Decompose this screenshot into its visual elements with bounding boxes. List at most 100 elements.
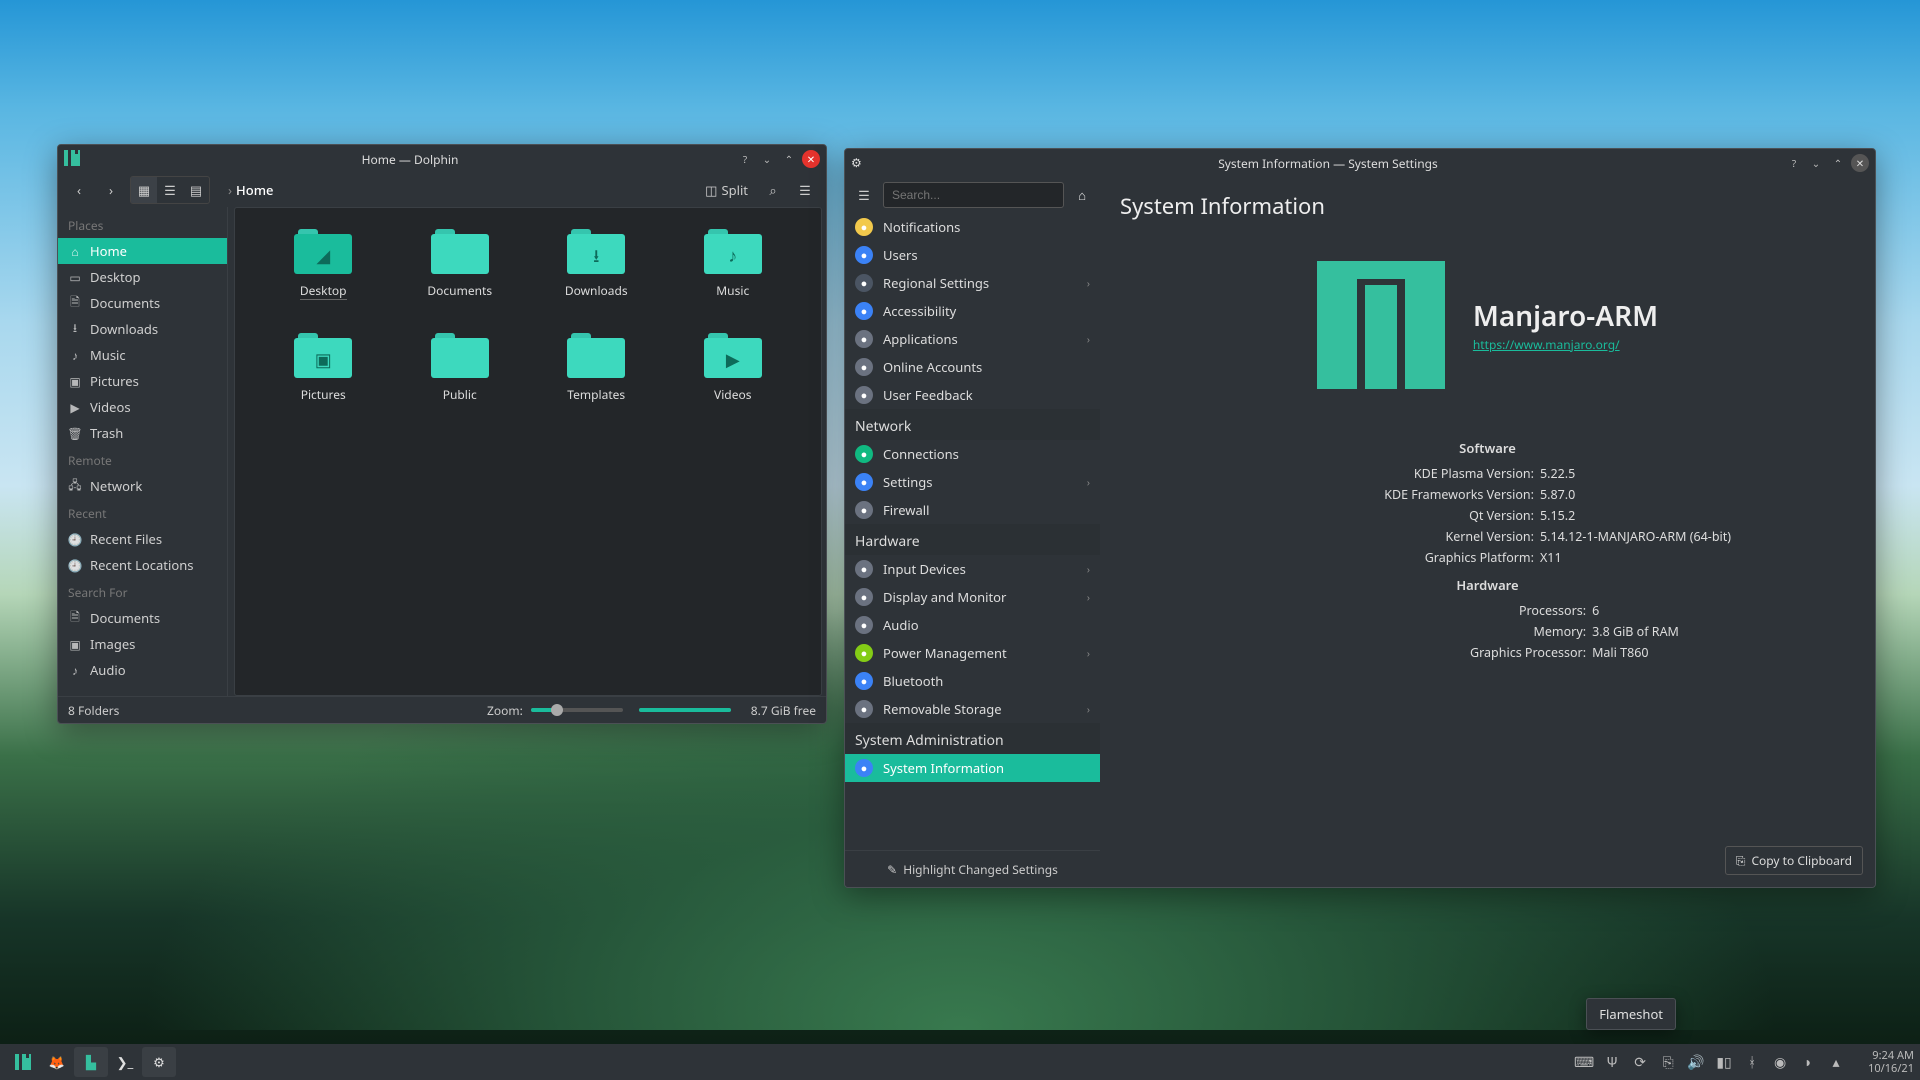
highlight-changed-button[interactable]: ✎ Highlight Changed Settings (845, 850, 1100, 887)
sidebar-resize-handle[interactable] (227, 207, 234, 696)
category-icon: ● (855, 588, 873, 606)
systemsettings-titlebar[interactable]: ⚙ System Information — System Settings ?… (845, 149, 1875, 177)
sidebar-item-videos[interactable]: ▶Videos (58, 394, 227, 420)
sidebar-item-pictures[interactable]: ▣Pictures (58, 368, 227, 394)
usb-icon[interactable]: Ψ (1604, 1054, 1620, 1070)
sidebar-item-search-audio[interactable]: ♪Audio (58, 657, 227, 683)
compact-view-button[interactable]: ☰ (157, 177, 183, 203)
start-button[interactable] (6, 1047, 40, 1077)
bluetooth-icon[interactable]: ᚼ (1744, 1054, 1760, 1070)
sidebar-item-search-documents[interactable]: 🗎Documents (58, 605, 227, 631)
sidebar-item-documents[interactable]: 🗎Documents (58, 290, 227, 316)
os-url-link[interactable]: https://www.manjaro.org/ (1473, 336, 1620, 353)
sidebar-item-applications[interactable]: ●Applications› (845, 325, 1100, 353)
updates-icon[interactable]: ⟳ (1632, 1054, 1648, 1070)
folder-documents[interactable]: Documents (392, 220, 529, 324)
split-button[interactable]: ◫ Split (699, 181, 754, 199)
info-row: Qt Version:5.15.2 (1244, 505, 1731, 526)
sidebar-item-regional-settings[interactable]: ●Regional Settings› (845, 269, 1100, 297)
icon-view-button[interactable]: ▦ (131, 177, 157, 203)
dolphin-logo-icon (64, 150, 82, 168)
keyboard-layout-icon[interactable]: ⌨ (1576, 1054, 1592, 1070)
sidebar-item-audio[interactable]: ●Audio (845, 611, 1100, 639)
folder-pictures[interactable]: ▣Pictures (255, 324, 392, 428)
minimize-button[interactable]: ⌄ (1807, 154, 1825, 172)
volume-icon[interactable]: 🔊 (1688, 1054, 1704, 1070)
task-konsole[interactable]: ❯_ (108, 1047, 142, 1077)
sidebar-item-settings[interactable]: ●Settings› (845, 468, 1100, 496)
task-systemsettings[interactable]: ⚙ (142, 1047, 176, 1077)
help-button[interactable]: ? (1785, 154, 1803, 172)
task-dolphin[interactable]: ▙ (74, 1047, 108, 1077)
sidebar-item-input-devices[interactable]: ●Input Devices› (845, 555, 1100, 583)
dolphin-toolbar: ‹ › ▦ ☰ ▤ › Home ◫ Split ⌕ ☰ (58, 173, 826, 207)
folder-templates[interactable]: Templates (528, 324, 665, 428)
maximize-button[interactable]: ⌃ (780, 150, 798, 168)
copy-to-clipboard-button[interactable]: ⎘ Copy to Clipboard (1725, 846, 1863, 875)
zoom-slider[interactable] (531, 708, 623, 712)
sidebar-item-downloads[interactable]: ⭳Downloads (58, 316, 227, 342)
sidebar-item-online-accounts[interactable]: ●Online Accounts (845, 353, 1100, 381)
wifi-icon[interactable]: ◗ (1800, 1054, 1816, 1070)
detail-view-button[interactable]: ▤ (183, 177, 209, 203)
home-button[interactable]: ⌂ (1070, 183, 1094, 207)
sidebar-item-home[interactable]: ⌂Home (58, 238, 227, 264)
zoom-slider-right[interactable] (639, 708, 731, 712)
folder-desktop[interactable]: ◢Desktop (255, 220, 392, 324)
search-input[interactable] (883, 182, 1064, 208)
flameshot-icon[interactable]: ◉ (1772, 1054, 1788, 1070)
info-row: Memory:3.8 GiB of RAM (1296, 621, 1679, 642)
clock[interactable]: 9:24 AM 10/16/21 (1868, 1049, 1914, 1075)
sidebar-item-firewall[interactable]: ●Firewall (845, 496, 1100, 524)
systemsettings-content: System Information Manjaro-ARM https://w… (1100, 177, 1875, 887)
sidebar-item-system-information[interactable]: ●System Information (845, 754, 1100, 782)
chevron-right-icon: › (1087, 646, 1090, 660)
sidebar-item-network[interactable]: 🖧Network (58, 473, 227, 499)
folder-downloads[interactable]: ⭳Downloads (528, 220, 665, 324)
clipboard-icon[interactable]: ⎘ (1660, 1054, 1676, 1070)
sidebar-item-notifications[interactable]: ●Notifications (845, 213, 1100, 241)
help-button[interactable]: ? (736, 150, 754, 168)
category-icon: ● (855, 386, 873, 404)
dolphin-file-view[interactable]: ◢Desktop Documents ⭳Downloads ♪Music ▣Pi… (234, 207, 822, 696)
sidebar-item-accessibility[interactable]: ●Accessibility (845, 297, 1100, 325)
free-space: 8.7 GiB free (751, 702, 816, 719)
sidebar-item-trash[interactable]: 🗑Trash (58, 420, 227, 446)
maximize-button[interactable]: ⌃ (1829, 154, 1847, 172)
nav-forward-button[interactable]: › (98, 177, 124, 203)
battery-icon[interactable]: ▮▯ (1716, 1054, 1732, 1070)
sidebar-item-desktop[interactable]: ▭Desktop (58, 264, 227, 290)
dolphin-window: Home — Dolphin ? ⌄ ⌃ ✕ ‹ › ▦ ☰ ▤ › Home … (57, 144, 827, 724)
sidebar-item-search-images[interactable]: ▣Images (58, 631, 227, 657)
sidebar-item-user-feedback[interactable]: ●User Feedback (845, 381, 1100, 409)
hamburger-button[interactable]: ☰ (851, 182, 877, 208)
folder-public[interactable]: Public (392, 324, 529, 428)
folder-videos[interactable]: ▶Videos (665, 324, 802, 428)
home-icon: ⌂ (68, 244, 82, 258)
task-firefox[interactable]: 🦊 (40, 1047, 74, 1077)
sidebar-item-bluetooth[interactable]: ●Bluetooth (845, 667, 1100, 695)
menu-button[interactable]: ☰ (792, 177, 818, 203)
systemsettings-logo-icon: ⚙ (851, 154, 869, 172)
close-button[interactable]: ✕ (1851, 154, 1869, 172)
search-button[interactable]: ⌕ (760, 177, 786, 203)
breadcrumb[interactable]: › Home (224, 181, 693, 199)
category-icon: ● (855, 246, 873, 264)
sidebar-item-music[interactable]: ♪Music (58, 342, 227, 368)
folder-music[interactable]: ♪Music (665, 220, 802, 324)
dolphin-titlebar[interactable]: Home — Dolphin ? ⌄ ⌃ ✕ (58, 145, 826, 173)
sidebar-item-removable-storage[interactable]: ●Removable Storage› (845, 695, 1100, 723)
sidebar-item-recent-files[interactable]: 🕘Recent Files (58, 526, 227, 552)
nav-back-button[interactable]: ‹ (66, 177, 92, 203)
sidebar-item-users[interactable]: ●Users (845, 241, 1100, 269)
sidebar-item-power-management[interactable]: ●Power Management› (845, 639, 1100, 667)
sidebar-item-display-and-monitor[interactable]: ●Display and Monitor› (845, 583, 1100, 611)
close-button[interactable]: ✕ (802, 150, 820, 168)
tray-expand-icon[interactable]: ▴ (1828, 1054, 1844, 1070)
sidebar-item-connections[interactable]: ●Connections (845, 440, 1100, 468)
systemsettings-title: System Information — System Settings (875, 155, 1781, 172)
minimize-button[interactable]: ⌄ (758, 150, 776, 168)
category-icon: ● (855, 330, 873, 348)
sidebar-item-recent-locations[interactable]: 🕘Recent Locations (58, 552, 227, 578)
category-icon: ● (855, 473, 873, 491)
